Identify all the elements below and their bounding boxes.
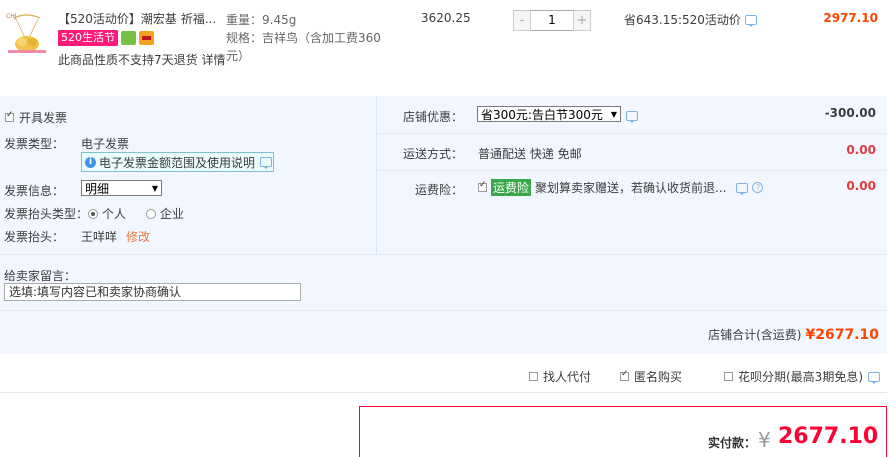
invoice-open-label: 开具发票 xyxy=(19,111,68,125)
payment-label: 实付款： xyxy=(708,436,757,450)
payment-currency: ¥ xyxy=(758,428,771,452)
divider xyxy=(0,392,887,393)
spec-style-value-1: 吉祥鸟（含加工费360 xyxy=(262,31,381,45)
divider xyxy=(0,254,887,255)
seller-message-input[interactable]: 选填:填写内容已和卖家协商确认 xyxy=(4,283,301,301)
radio-personal[interactable]: 个人 xyxy=(88,205,126,222)
invoice-info-value: 明细 xyxy=(85,181,110,196)
spec-style: 规格：吉祥鸟（含加工费360 xyxy=(226,29,381,47)
product-tags: 520生活节 xyxy=(58,29,154,46)
spec-weight-value: 9.45g xyxy=(262,13,297,27)
panel-divider xyxy=(376,96,377,254)
payment-amount: 2677.10 xyxy=(778,424,879,449)
invoice-header-label: 发票抬头： xyxy=(4,230,65,244)
shipping-value: 普通配送 快递 免邮 xyxy=(478,147,582,161)
insurance-label: 运费险： xyxy=(414,183,463,197)
store-total: 店铺合计(含运费) ¥2677.10 xyxy=(708,326,879,343)
insurance-checkbox[interactable] xyxy=(478,180,487,192)
invoice-header-type-label: 发票抬头类型： xyxy=(4,207,89,221)
comment-icon[interactable] xyxy=(744,14,757,27)
shipping-amount: 0.00 xyxy=(846,143,876,157)
proxy-pay-checkbox[interactable] xyxy=(529,372,538,381)
quantity-stepper: - 1 + xyxy=(513,10,591,31)
store-discount-select[interactable]: 省300元:告白节300元 ▼ xyxy=(477,106,621,122)
radio-personal-button[interactable] xyxy=(88,208,98,219)
invoice-edit-link[interactable]: 修改 xyxy=(126,228,150,245)
spec-style-label: 规格： xyxy=(226,31,263,45)
qty-plus-button[interactable]: + xyxy=(573,10,591,31)
divider xyxy=(377,170,887,171)
anonymous-checkbox[interactable] xyxy=(620,369,629,381)
spec-style-cont: 元） xyxy=(226,47,250,65)
svg-text:CHJ: CHJ xyxy=(6,13,17,20)
help-icon[interactable]: ? xyxy=(752,182,764,193)
divider xyxy=(0,310,887,311)
invoice-header-value: 王咩咩 xyxy=(81,230,118,244)
invoice-info-select[interactable]: 明细 ▼ xyxy=(81,180,162,196)
radio-company[interactable]: 企业 xyxy=(146,205,184,222)
chevron-down-icon: ▼ xyxy=(610,109,617,119)
invoice-type-value: 电子发票 xyxy=(81,137,130,151)
store-total-label: 店铺合计(含运费) xyxy=(708,328,802,342)
product-thumbnail[interactable]: CHJ xyxy=(4,10,50,56)
store-discount-option: 省300元:告白节300元 xyxy=(481,107,603,122)
spec-style-value-2: 元） xyxy=(226,49,251,63)
anonymous-label: 匿名购买 xyxy=(634,370,683,384)
radio-company-label: 企业 xyxy=(160,207,185,221)
saving-info: 省643.15:520活动价 xyxy=(624,11,757,28)
comment-icon[interactable] xyxy=(868,371,880,384)
invoice-info-label: 发票信息： xyxy=(4,184,65,198)
seller-message-label: 给卖家留言： xyxy=(4,269,77,283)
order-detail-panel xyxy=(0,96,887,354)
info-icon: i xyxy=(85,156,96,168)
invoice-toggle[interactable]: 开具发票 xyxy=(5,109,67,126)
item-subtotal: 2977.10 xyxy=(823,11,878,25)
unit-price: 3620.25 xyxy=(421,11,471,25)
radio-company-button[interactable] xyxy=(146,208,156,219)
invoice-checkbox[interactable] xyxy=(5,110,14,122)
insurance-info: 运费险 聚划算卖家赠送，若确认收货前退... ? xyxy=(478,179,764,196)
comment-icon[interactable] xyxy=(260,157,273,169)
store-total-value: ¥2677.10 xyxy=(805,327,879,343)
anonymous-option[interactable]: 匿名购买 xyxy=(620,368,682,385)
qty-minus-button[interactable]: - xyxy=(513,10,531,31)
divider xyxy=(377,133,887,134)
saving-text: 省643.15:520活动价 xyxy=(624,13,741,27)
huabei-option[interactable]: 花呗分期(最高3期免息) xyxy=(724,368,880,385)
invoice-tip[interactable]: i 电子发票金额范围及使用说明 xyxy=(81,152,274,172)
proxy-pay-option[interactable]: 找人代付 xyxy=(529,368,591,385)
credit-card-icon[interactable] xyxy=(139,30,154,45)
insurance-text: 聚划算卖家赠送，若确认收货前退... xyxy=(535,181,727,195)
invoice-tip-text: 电子发票金额范围及使用说明 xyxy=(99,155,256,170)
comment-icon[interactable] xyxy=(736,182,749,195)
huabei-label: 花呗分期(最高3期免息) xyxy=(738,370,863,384)
invoice-type-label: 发票类型： xyxy=(4,137,65,151)
proxy-pay-label: 找人代付 xyxy=(543,370,592,384)
store-discount-label: 店铺优惠： xyxy=(403,110,464,124)
comment-icon[interactable] xyxy=(626,111,638,123)
spec-weight-label: 重量： xyxy=(226,13,263,27)
spec-weight: 重量：9.45g xyxy=(226,11,296,29)
store-discount-amount: -300.00 xyxy=(824,106,876,120)
shipping-label: 运送方式： xyxy=(403,147,464,161)
chevron-down-icon: ▼ xyxy=(151,183,158,193)
tag-520-festival[interactable]: 520生活节 xyxy=(58,29,118,46)
insurance-amount: 0.00 xyxy=(846,179,876,193)
quantity-input[interactable]: 1 xyxy=(531,10,573,31)
guarantee-icon[interactable] xyxy=(121,30,136,45)
product-title-link[interactable]: 【520活动价】潮宏基 祈福... xyxy=(58,10,218,27)
radio-personal-label: 个人 xyxy=(102,207,127,221)
no-return-notice: 此商品性质不支持7天退货 详情 xyxy=(58,53,226,67)
huabei-checkbox[interactable] xyxy=(724,372,733,381)
insurance-tag: 运费险 xyxy=(491,179,532,196)
